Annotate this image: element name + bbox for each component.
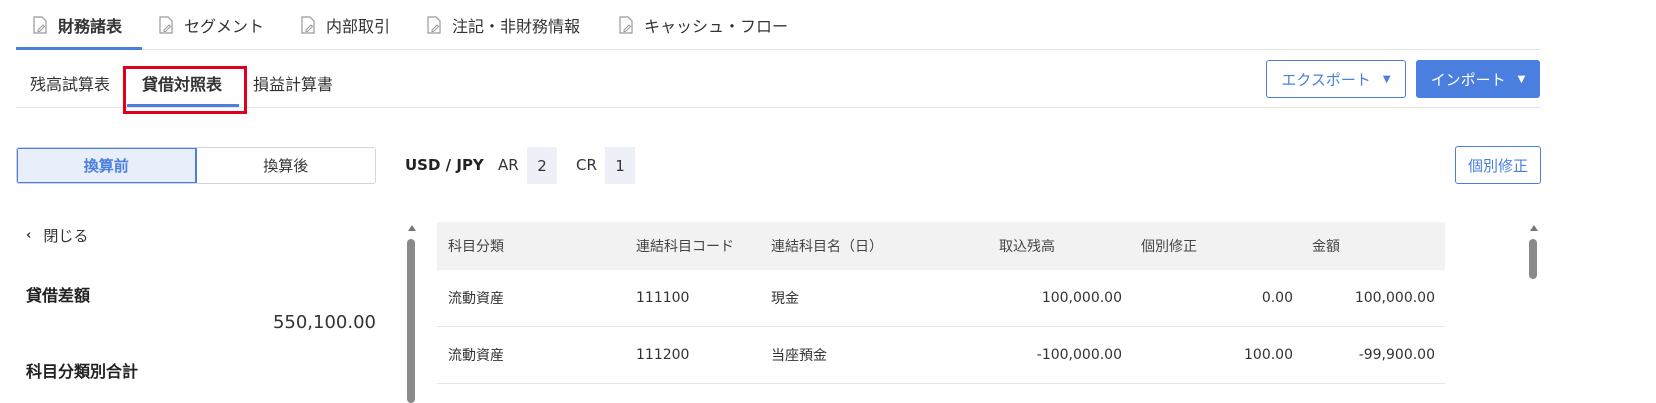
cell-individual-fix: 100.00	[1244, 347, 1293, 363]
tab-label: キャッシュ・フロー	[644, 17, 789, 36]
document-edit-icon	[427, 16, 441, 34]
cell-imported-balance: -100,000.00	[1036, 347, 1122, 363]
cell-account-code: 111200	[636, 347, 690, 363]
highlight-annotation	[123, 66, 247, 114]
header-imported-balance: 取込残高	[999, 239, 1055, 255]
scroll-up-icon[interactable]	[1530, 225, 1538, 231]
cell-account-name: 当座預金	[771, 348, 827, 364]
ar-label: AR	[498, 156, 519, 174]
after-conversion-button[interactable]: 換算後	[196, 148, 375, 183]
cell-account-name: 現金	[771, 291, 799, 307]
balance-diff-title: 貸借差額	[26, 286, 91, 305]
document-edit-icon	[619, 16, 633, 34]
document-edit-icon	[159, 16, 173, 34]
cell-category: 流動資産	[448, 348, 504, 364]
table-header: 科目分類 連結科目コード 連結科目名（日） 取込残高 個別修正 金額	[437, 222, 1445, 270]
scroll-up-icon[interactable]	[408, 225, 416, 231]
export-label: エクスポート	[1281, 70, 1371, 89]
header-account-code: 連結科目コード	[636, 239, 734, 255]
currency-pair: USD / JPY	[405, 156, 484, 174]
tab-segment[interactable]: セグメント	[158, 0, 264, 50]
header-account-name: 連結科目名（日）	[771, 239, 883, 255]
cell-amount: 100,000.00	[1354, 290, 1435, 306]
conversion-toggle: 換算前 換算後	[16, 147, 376, 184]
tab-internal-transactions[interactable]: 内部取引	[300, 0, 390, 50]
table-scrollbar[interactable]	[1528, 225, 1540, 403]
active-tab-indicator	[16, 47, 142, 50]
category-total-title: 科目分類別合計	[26, 362, 139, 381]
caret-down-icon: ▼	[1517, 73, 1526, 85]
ar-value[interactable]: 2	[527, 147, 557, 184]
tab-notes-nonfinancial[interactable]: 注記・非財務情報	[426, 0, 580, 50]
scroll-thumb[interactable]	[1529, 239, 1537, 279]
top-tab-bar: 財務諸表 セグメント 内部取引 注記・非財務情報 キャッシュ・フロー	[15, 0, 1540, 50]
close-panel-link[interactable]: ‹ 閉じる	[26, 225, 88, 246]
balance-sheet-table: 科目分類 連結科目コード 連結科目名（日） 取込残高 個別修正 金額 流動資産 …	[437, 222, 1445, 384]
document-edit-icon	[33, 16, 47, 34]
cr-label: CR	[576, 156, 597, 174]
table-row[interactable]: 流動資産 111100 現金 100,000.00 0.00 100,000.0…	[437, 270, 1445, 327]
table-row[interactable]: 流動資産 111200 当座預金 -100,000.00 100.00 -99,…	[437, 327, 1445, 384]
tab-label: 財務諸表	[58, 17, 123, 36]
tab-label: 注記・非財務情報	[452, 17, 581, 36]
cell-account-code: 111100	[636, 290, 690, 306]
left-scrollbar[interactable]	[406, 225, 418, 403]
cell-amount: -99,900.00	[1358, 347, 1435, 363]
subtab-trial-balance[interactable]: 残高試算表	[30, 71, 110, 95]
cell-category: 流動資産	[448, 291, 504, 307]
individual-fix-button[interactable]: 個別修正	[1455, 146, 1541, 184]
import-label: インポート	[1430, 70, 1506, 89]
tab-label: 内部取引	[326, 17, 391, 36]
before-conversion-button[interactable]: 換算前	[17, 148, 197, 183]
tab-label: セグメント	[184, 17, 265, 36]
cell-individual-fix: 0.00	[1261, 290, 1293, 306]
cell-imported-balance: 100,000.00	[1041, 290, 1122, 306]
tab-cash-flow[interactable]: キャッシュ・フロー	[618, 0, 788, 50]
chevron-left-icon: ‹	[26, 228, 32, 243]
balance-diff-value: 550,100.00	[272, 312, 376, 333]
caret-down-icon: ▼	[1382, 73, 1391, 85]
header-amount: 金額	[1312, 239, 1340, 255]
close-label: 閉じる	[43, 227, 89, 245]
header-individual-fix: 個別修正	[1141, 239, 1197, 255]
subtab-income-statement[interactable]: 損益計算書	[253, 71, 333, 95]
header-category: 科目分類	[448, 239, 504, 255]
import-button[interactable]: インポート ▼	[1416, 60, 1540, 98]
export-button[interactable]: エクスポート ▼	[1266, 60, 1406, 98]
cr-value[interactable]: 1	[605, 147, 635, 184]
document-edit-icon	[301, 16, 315, 34]
tab-financial-statements[interactable]: 財務諸表	[15, 0, 139, 50]
scroll-thumb[interactable]	[407, 239, 415, 403]
